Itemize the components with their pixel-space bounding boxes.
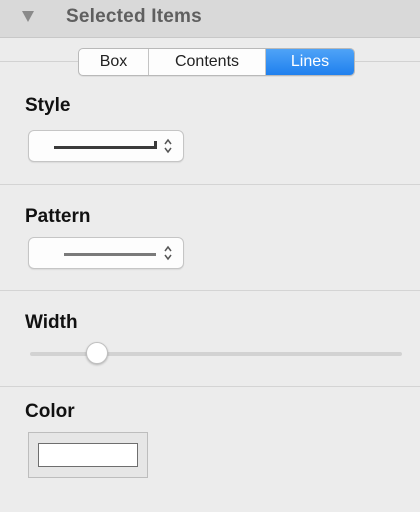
tab-lines[interactable]: Lines [266, 49, 354, 75]
section-divider [0, 386, 420, 387]
line-end-cap-tick [154, 141, 157, 149]
style-title: Style [25, 95, 71, 116]
section-divider [0, 184, 420, 185]
disclosure-triangle-down-icon[interactable] [22, 11, 34, 22]
header-title: Selected Items [66, 6, 202, 27]
tab-divider-left [0, 61, 78, 62]
width-title: Width [25, 312, 78, 333]
chevron-up-down-icon [164, 138, 172, 154]
tab-box[interactable]: Box [79, 49, 149, 75]
section-divider [0, 290, 420, 291]
color-swatch [38, 443, 138, 467]
tab-contents[interactable]: Contents [149, 49, 266, 75]
solid-line-icon [64, 253, 156, 256]
width-slider-knob[interactable] [85, 342, 108, 364]
solid-line-end-cap-icon [54, 146, 157, 149]
selected-items-header[interactable]: Selected Items [0, 0, 420, 38]
tab-divider-right [355, 61, 420, 62]
pattern-title: Pattern [25, 206, 91, 227]
inspector-panel: Selected Items Box Contents Lines Style … [0, 0, 420, 512]
pattern-popup[interactable] [28, 237, 184, 269]
style-popup[interactable] [28, 130, 184, 162]
chevron-up-down-icon [164, 245, 172, 261]
inspector-tabs: Box Contents Lines [78, 48, 355, 76]
color-well[interactable] [28, 432, 148, 478]
color-title: Color [25, 401, 75, 422]
